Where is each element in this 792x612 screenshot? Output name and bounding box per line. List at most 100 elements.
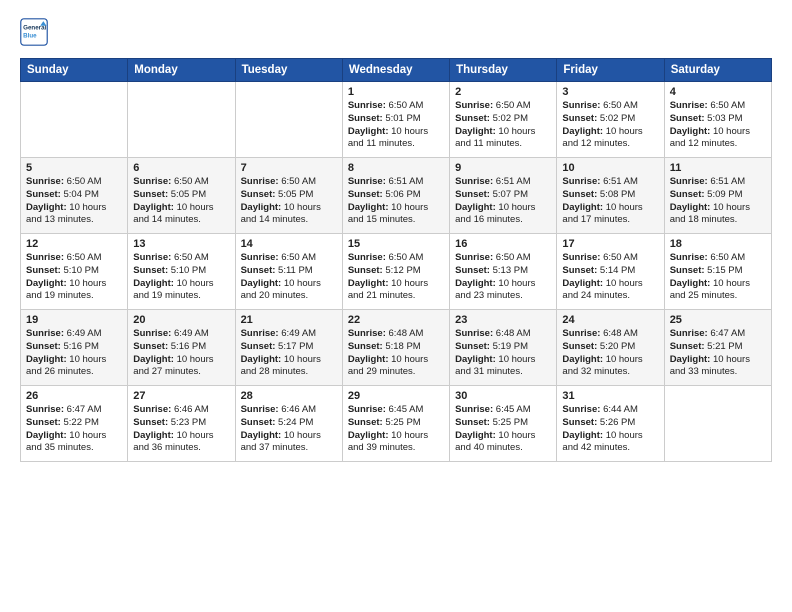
cell-info-line: Sunrise: 6:51 AM [562, 176, 658, 189]
cell-info-line: Daylight: 10 hours [26, 430, 122, 443]
day-number: 31 [562, 390, 658, 402]
dow-header-friday: Friday [557, 59, 664, 82]
cell-info-line: and 19 minutes. [26, 290, 122, 303]
calendar-cell: 23Sunrise: 6:48 AMSunset: 5:19 PMDayligh… [450, 310, 557, 386]
day-number: 27 [133, 390, 229, 402]
cell-info-line: Sunset: 5:07 PM [455, 189, 551, 202]
cell-info-line: Sunset: 5:25 PM [348, 417, 444, 430]
cell-info-line: Sunrise: 6:50 AM [133, 252, 229, 265]
cell-info-line: Sunset: 5:05 PM [133, 189, 229, 202]
calendar-cell: 20Sunrise: 6:49 AMSunset: 5:16 PMDayligh… [128, 310, 235, 386]
cell-info-line: Sunset: 5:22 PM [26, 417, 122, 430]
cell-info-line: Daylight: 10 hours [348, 278, 444, 291]
cell-info-line: Daylight: 10 hours [241, 202, 337, 215]
cell-info-line: Sunrise: 6:45 AM [348, 404, 444, 417]
day-number: 15 [348, 238, 444, 250]
cell-info-line: and 25 minutes. [670, 290, 766, 303]
day-number: 18 [670, 238, 766, 250]
cell-info-line: Sunset: 5:21 PM [670, 341, 766, 354]
cell-info-line: Daylight: 10 hours [670, 278, 766, 291]
cell-info-line: Daylight: 10 hours [562, 126, 658, 139]
calendar-cell: 30Sunrise: 6:45 AMSunset: 5:25 PMDayligh… [450, 386, 557, 462]
cell-info-line: Sunset: 5:23 PM [133, 417, 229, 430]
calendar-cell: 18Sunrise: 6:50 AMSunset: 5:15 PMDayligh… [664, 234, 771, 310]
cell-info-line: Daylight: 10 hours [133, 354, 229, 367]
day-number: 19 [26, 314, 122, 326]
cell-info-line: Sunset: 5:24 PM [241, 417, 337, 430]
calendar-cell: 22Sunrise: 6:48 AMSunset: 5:18 PMDayligh… [342, 310, 449, 386]
cell-info-line: Sunrise: 6:50 AM [562, 252, 658, 265]
cell-info-line: Sunset: 5:15 PM [670, 265, 766, 278]
cell-info-line: and 11 minutes. [348, 138, 444, 151]
cell-info-line: and 31 minutes. [455, 366, 551, 379]
cell-info-line: Sunrise: 6:50 AM [26, 252, 122, 265]
cell-info-line: and 35 minutes. [26, 442, 122, 455]
cell-info-line: Sunset: 5:17 PM [241, 341, 337, 354]
calendar-cell [128, 82, 235, 158]
day-number: 24 [562, 314, 658, 326]
cell-info-line: Daylight: 10 hours [133, 430, 229, 443]
calendar-cell: 5Sunrise: 6:50 AMSunset: 5:04 PMDaylight… [21, 158, 128, 234]
cell-info-line: Sunrise: 6:51 AM [670, 176, 766, 189]
cell-info-line: Sunrise: 6:46 AM [241, 404, 337, 417]
cell-info-line: and 29 minutes. [348, 366, 444, 379]
cell-info-line: Sunset: 5:13 PM [455, 265, 551, 278]
cell-info-line: Sunset: 5:16 PM [26, 341, 122, 354]
cell-info-line: and 16 minutes. [455, 214, 551, 227]
calendar-cell: 13Sunrise: 6:50 AMSunset: 5:10 PMDayligh… [128, 234, 235, 310]
cell-info-line: Daylight: 10 hours [133, 278, 229, 291]
cell-info-line: and 37 minutes. [241, 442, 337, 455]
cell-info-line: Sunrise: 6:50 AM [241, 176, 337, 189]
calendar-cell: 10Sunrise: 6:51 AMSunset: 5:08 PMDayligh… [557, 158, 664, 234]
day-number: 5 [26, 162, 122, 174]
cell-info-line: and 42 minutes. [562, 442, 658, 455]
calendar-cell: 8Sunrise: 6:51 AMSunset: 5:06 PMDaylight… [342, 158, 449, 234]
calendar-cell: 15 Sunrise: 6:50 AMSunset: 5:12 PMDayligh… [342, 234, 449, 310]
logo-icon: General Blue [20, 18, 48, 46]
dow-header-saturday: Saturday [664, 59, 771, 82]
cell-info-line: Sunset: 5:25 PM [455, 417, 551, 430]
day-number: 14 [241, 238, 337, 250]
cell-info-line: Sunrise: 6:48 AM [455, 328, 551, 341]
cell-info-line: Sunrise: 6:50 AM [455, 100, 551, 113]
cell-info-line: and 39 minutes. [348, 442, 444, 455]
cell-info-line: Daylight: 10 hours [455, 354, 551, 367]
day-number: 9 [455, 162, 551, 174]
cell-info-line: and 12 minutes. [562, 138, 658, 151]
week-row-2: 5Sunrise: 6:50 AMSunset: 5:04 PMDaylight… [21, 158, 772, 234]
cell-info-line: Daylight: 10 hours [455, 202, 551, 215]
days-of-week-row: SundayMondayTuesdayWednesdayThursdayFrid… [21, 59, 772, 82]
calendar-cell: 25Sunrise: 6:47 AMSunset: 5:21 PMDayligh… [664, 310, 771, 386]
cell-info-line: and 17 minutes. [562, 214, 658, 227]
calendar-page: General Blue SundayMondayTuesdayWednesda… [0, 0, 792, 472]
cell-info-line: Sunrise: 6:46 AM [133, 404, 229, 417]
cell-info-line: Sunrise: 6:50 AM [241, 252, 337, 265]
day-number: 29 [348, 390, 444, 402]
dow-header-sunday: Sunday [21, 59, 128, 82]
cell-info-line: Sunset: 5:12 PM [348, 265, 444, 278]
calendar-cell [21, 82, 128, 158]
logo: General Blue [20, 18, 52, 46]
cell-info-line: and 28 minutes. [241, 366, 337, 379]
week-row-4: 19Sunrise: 6:49 AMSunset: 5:16 PMDayligh… [21, 310, 772, 386]
calendar-cell: 11Sunrise: 6:51 AMSunset: 5:09 PMDayligh… [664, 158, 771, 234]
cell-info-line: Daylight: 10 hours [241, 430, 337, 443]
cell-info-line: Daylight: 10 hours [348, 126, 444, 139]
calendar-cell: 24Sunrise: 6:48 AMSunset: 5:20 PMDayligh… [557, 310, 664, 386]
cell-info-line: Daylight: 10 hours [670, 354, 766, 367]
calendar-cell [664, 386, 771, 462]
cell-info-line: Daylight: 10 hours [562, 354, 658, 367]
cell-info-line: Sunset: 5:10 PM [26, 265, 122, 278]
day-number: 25 [670, 314, 766, 326]
cell-info-line: and 14 minutes. [241, 214, 337, 227]
cell-info-line: Sunset: 5:06 PM [348, 189, 444, 202]
cell-info-line: and 20 minutes. [241, 290, 337, 303]
cell-info-line: Sunset: 5:10 PM [133, 265, 229, 278]
cell-info-line: Daylight: 10 hours [455, 430, 551, 443]
cell-info-line: Daylight: 10 hours [26, 354, 122, 367]
cell-info-line: Sunrise: 6:50 AM [348, 252, 444, 265]
cell-info-line: Sunset: 5:20 PM [562, 341, 658, 354]
dow-header-thursday: Thursday [450, 59, 557, 82]
calendar-cell: 6Sunrise: 6:50 AMSunset: 5:05 PMDaylight… [128, 158, 235, 234]
cell-info-line: Daylight: 10 hours [670, 126, 766, 139]
